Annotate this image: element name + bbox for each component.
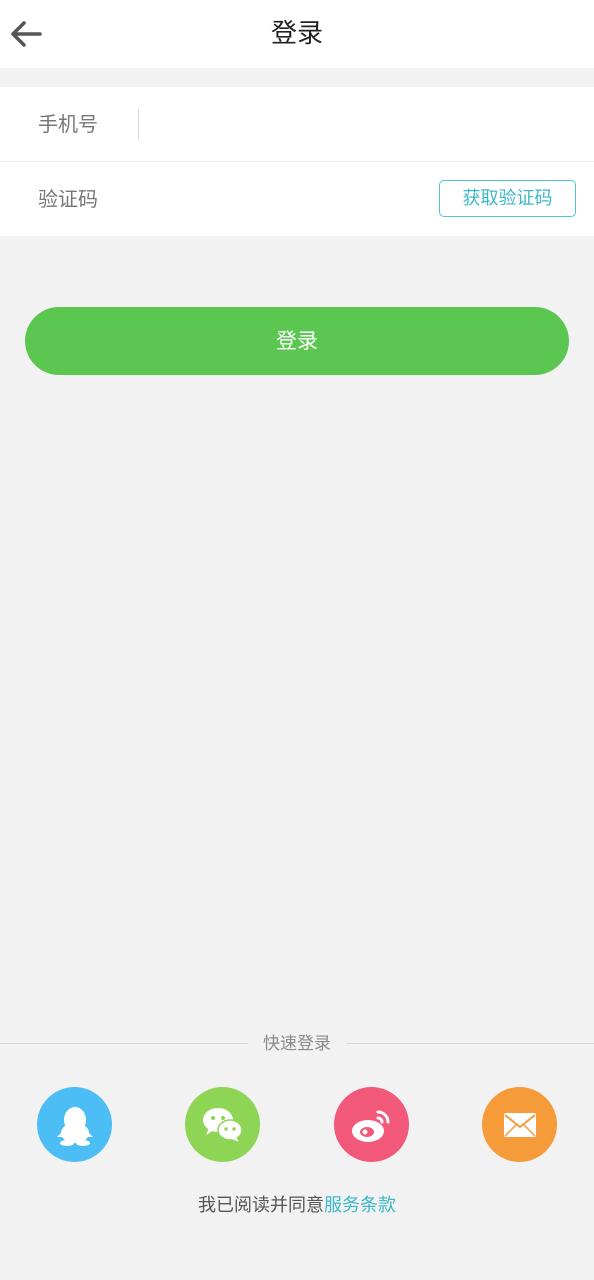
login-button[interactable]: 登录: [25, 307, 569, 375]
code-input[interactable]: [150, 180, 420, 220]
weibo-icon: [351, 1110, 389, 1142]
code-label: 验证码: [38, 187, 98, 211]
qq-icon: [56, 1106, 93, 1146]
terms-of-service-link[interactable]: 服务条款: [324, 1195, 396, 1216]
field-divider: [138, 109, 139, 140]
mail-login-button[interactable]: [482, 1087, 557, 1162]
quick-login-label: 快速登录: [263, 1034, 331, 1054]
weibo-login-button[interactable]: [334, 1087, 409, 1162]
wechat-login-button[interactable]: [185, 1087, 260, 1162]
divider-left: [0, 1043, 248, 1044]
login-form: 手机号 验证码 获取验证码: [0, 87, 594, 236]
code-row: 验证码 获取验证码: [0, 162, 594, 236]
wechat-icon: [202, 1107, 243, 1142]
qq-login-button[interactable]: [37, 1087, 112, 1162]
page-title: 登录: [270, 19, 323, 49]
terms-prefix: 我已阅读并同意: [198, 1195, 324, 1216]
phone-label: 手机号: [38, 112, 98, 136]
divider-right: [346, 1043, 594, 1044]
get-code-button[interactable]: 获取验证码: [439, 180, 576, 217]
terms-notice: 我已阅读并同意服务条款: [0, 1192, 594, 1220]
phone-input[interactable]: [150, 105, 570, 145]
top-bar: 登录: [0, 0, 594, 68]
phone-row: 手机号: [0, 87, 594, 162]
mail-icon: [503, 1112, 536, 1137]
